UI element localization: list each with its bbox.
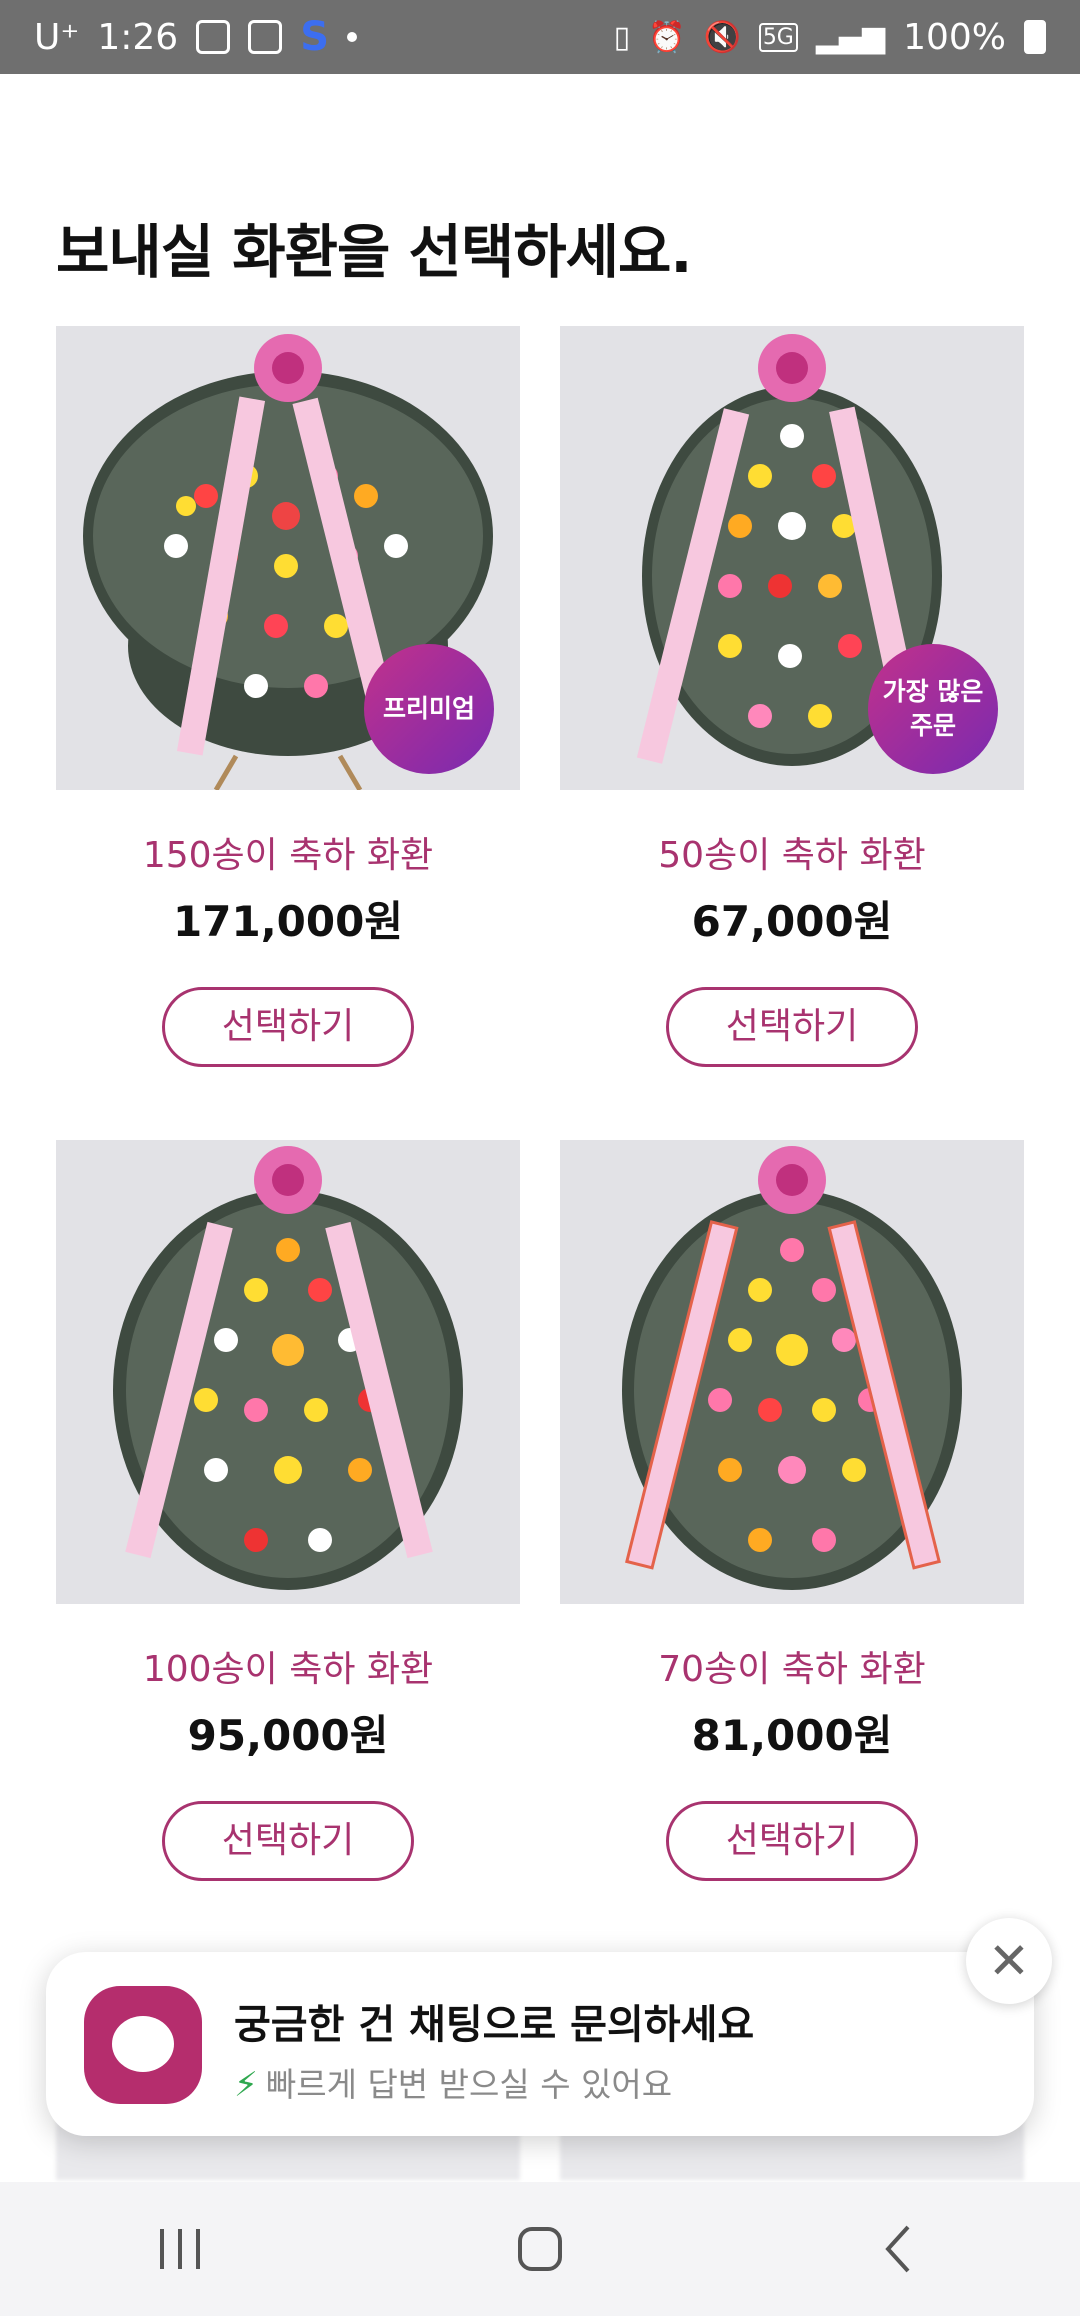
product-image[interactable] [56, 1140, 520, 1604]
product-card-150[interactable]: 프리미엄 150송이 축하 화환 171,000원 선택하기 [56, 326, 520, 1067]
home-button[interactable] [480, 2209, 600, 2289]
back-icon [885, 2225, 910, 2273]
select-button[interactable]: 선택하기 [162, 1801, 414, 1881]
product-price: 95,000원 [187, 1711, 389, 1760]
product-price: 171,000원 [173, 897, 403, 946]
product-price: 81,000원 [691, 1711, 893, 1760]
battery-saver-icon: ▯ [613, 19, 631, 55]
status-right: ▯ ⏰ 🔇 5G ▂▄▆ 100% [614, 17, 1046, 58]
product-image[interactable]: 프리미엄 [56, 326, 520, 790]
back-button[interactable] [840, 2209, 960, 2289]
page-title: 보내실 화환을 선택하세요. [56, 218, 692, 286]
select-button[interactable]: 선택하기 [162, 987, 414, 1067]
carrier-label: U⁺ [34, 16, 80, 58]
product-name: 150송이 축하 화환 [142, 835, 434, 876]
chat-title: 궁금한 건 채팅으로 문의하세요 [234, 2002, 755, 2048]
chat-logo-icon [84, 1986, 202, 2104]
screen-record-icon [196, 20, 231, 54]
product-name: 100송이 축하 화환 [142, 1649, 434, 1690]
battery-percent: 100% [903, 16, 1006, 58]
wreath-image [113, 1146, 463, 1590]
recent-apps-icon [160, 2229, 200, 2269]
premium-badge: 프리미엄 [364, 644, 494, 774]
product-image[interactable]: 가장 많은 주문 [560, 326, 1024, 790]
status-bar: U⁺ 1:26 S ▯ ⏰ 🔇 5G ▂▄▆ 100% [0, 0, 1080, 74]
chat-subtitle-row: ⚡ 빠르게 답변 받으실 수 있어요 [234, 2058, 672, 2106]
battery-icon [1024, 20, 1046, 54]
navigation-bar [0, 2182, 1080, 2316]
clock: 1:26 [97, 16, 179, 58]
notification-dot-icon [347, 32, 358, 42]
home-icon [518, 2227, 562, 2271]
product-name: 50송이 축하 화환 [658, 835, 926, 876]
alarm-icon: ⏰ [648, 19, 686, 55]
gallery-icon [248, 20, 283, 54]
mute-icon: 🔇 [703, 19, 741, 55]
select-button[interactable]: 선택하기 [666, 987, 918, 1067]
lightning-icon: ⚡ [234, 2065, 258, 2105]
product-card-70[interactable]: 70송이 축하 화환 81,000원 선택하기 [560, 1140, 1024, 1881]
product-price: 67,000원 [691, 897, 893, 946]
s-app-icon: S [300, 14, 330, 60]
status-left: U⁺ 1:26 S [34, 14, 358, 60]
product-card-50[interactable]: 가장 많은 주문 50송이 축하 화환 67,000원 선택하기 [560, 326, 1024, 1067]
wreath-image [622, 1146, 962, 1590]
close-button[interactable]: ✕ [966, 1918, 1052, 2004]
network-type-label: 5G [758, 22, 798, 52]
recent-apps-button[interactable] [120, 2209, 240, 2289]
chat-banner[interactable]: 궁금한 건 채팅으로 문의하세요 ⚡ 빠르게 답변 받으실 수 있어요 [46, 1952, 1034, 2136]
product-name: 70송이 축하 화환 [658, 1649, 926, 1690]
signal-icon: ▂▄▆ [815, 19, 886, 55]
select-button[interactable]: 선택하기 [666, 1801, 918, 1881]
product-card-100[interactable]: 100송이 축하 화환 95,000원 선택하기 [56, 1140, 520, 1881]
product-image[interactable] [560, 1140, 1024, 1604]
chat-subtitle: 빠르게 답변 받으실 수 있어요 [265, 2065, 673, 2104]
best-seller-badge: 가장 많은 주문 [868, 644, 998, 774]
